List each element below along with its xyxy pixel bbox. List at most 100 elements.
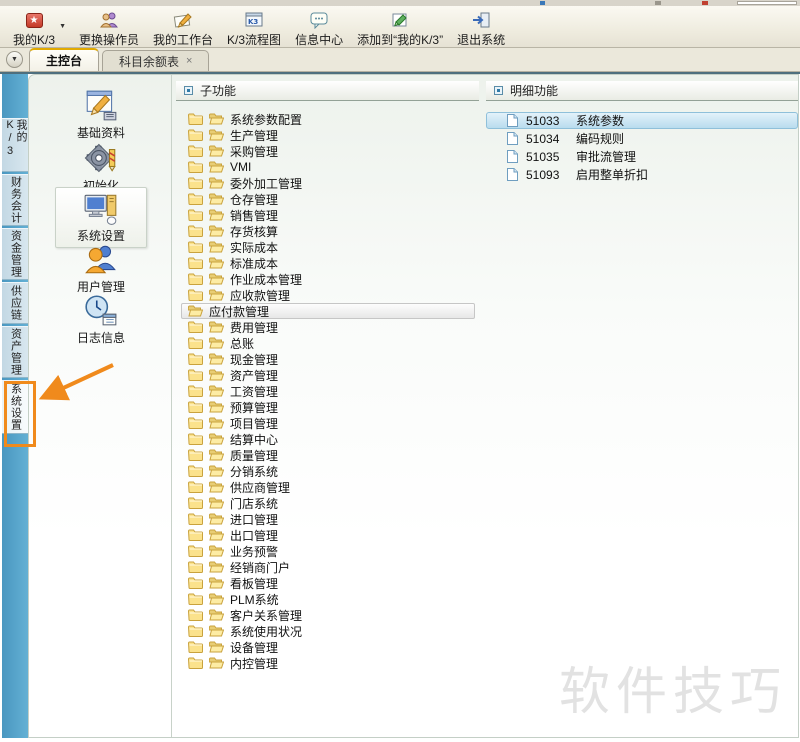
subfunction-row[interactable]: 设备管理 [181, 639, 479, 655]
open-folder-icon [209, 369, 224, 381]
subfunction-row[interactable]: 预算管理 [181, 399, 479, 415]
open-folder-icon [209, 481, 224, 493]
toolbar-my-k3-button[interactable]: ★ 我的K/3 ▼ [6, 9, 66, 49]
tab-main-console[interactable]: 主控台 [29, 48, 100, 71]
folder-icon [188, 193, 203, 205]
collapse-toggle-icon[interactable] [494, 86, 503, 95]
sidebar-item-my-k3[interactable]: 我的K/3 [2, 118, 28, 172]
panel-title: 子功能 [200, 84, 237, 98]
subfunction-row[interactable]: 委外加工管理 [181, 175, 479, 191]
toolbar-switch-operator-button[interactable]: 更换操作员 [72, 9, 146, 49]
detail-row[interactable]: 51035 审批流管理 [486, 148, 798, 165]
open-folder-icon [209, 113, 224, 125]
subfunction-row[interactable]: 经销商门户 [181, 559, 479, 575]
subfunction-row[interactable]: 生产管理 [181, 127, 479, 143]
detail-label: 系统参数 [576, 114, 625, 128]
subfunction-row[interactable]: 作业成本管理 [181, 271, 479, 287]
subfunction-row[interactable]: 应付款管理 [181, 303, 475, 319]
subfunctions-panel: 子功能 系统参数配置 生产管理 采购管理 VMI 委外加工管理 仓存管理 销售管… [176, 81, 479, 671]
subfunction-label: 总账 [230, 336, 255, 351]
module-item-log-info[interactable]: 日志信息 [55, 290, 147, 349]
watermark-text: 软件技巧 [559, 663, 788, 720]
toolbar-k3-flowchart-button[interactable]: K3 K/3流程图 [220, 9, 288, 49]
folder-icon [188, 609, 203, 621]
open-folder-icon [209, 177, 224, 189]
exit-system-icon [471, 10, 491, 30]
subfunction-row[interactable]: 实际成本 [181, 239, 479, 255]
sidebar-item-supply-chain[interactable]: 供应链 [2, 282, 28, 324]
sidebar-item-cash-management[interactable]: 资金管理 [2, 228, 28, 280]
subfunction-row[interactable]: 门店系统 [181, 495, 479, 511]
subfunction-row[interactable]: 进口管理 [181, 511, 479, 527]
details-list: 51033 系统参数 51034 编码规则 51035 审批流管理 51093 … [486, 112, 798, 183]
subfunction-row[interactable]: 仓存管理 [181, 191, 479, 207]
chevron-down-icon[interactable]: ▼ [59, 23, 66, 30]
subfunction-row[interactable]: 现金管理 [181, 351, 479, 367]
subfunction-row[interactable]: 存货核算 [181, 223, 479, 239]
detail-row[interactable]: 51034 编码规则 [486, 130, 798, 147]
toolbar-my-workbench-button[interactable]: 我的工作台 [146, 9, 220, 49]
folder-icon [188, 241, 203, 253]
subfunction-row[interactable]: 总账 [181, 335, 479, 351]
subfunction-row[interactable]: 供应商管理 [181, 479, 479, 495]
subfunction-row[interactable]: 出口管理 [181, 527, 479, 543]
collapse-toggle-icon[interactable] [184, 86, 193, 95]
subfunction-label: PLM系统 [230, 592, 279, 607]
subfunction-row[interactable]: 结算中心 [181, 431, 479, 447]
divider [171, 75, 172, 737]
open-folder-icon [209, 545, 224, 557]
subfunction-row[interactable]: PLM系统 [181, 591, 479, 607]
folder-icon [188, 513, 203, 525]
subfunction-row[interactable]: 系统参数配置 [181, 111, 479, 127]
subfunction-row[interactable]: 业务预警 [181, 543, 479, 559]
tab-dropdown-button[interactable]: ▼ [6, 51, 23, 68]
open-folder-icon [209, 241, 224, 253]
subfunction-row[interactable]: 系统使用状况 [181, 623, 479, 639]
detail-label: 编码规则 [576, 132, 625, 146]
folder-icon [188, 417, 203, 429]
switch-operator-icon [99, 10, 119, 30]
titlebar-fragment [702, 1, 708, 5]
subfunction-row[interactable]: 采购管理 [181, 143, 479, 159]
subfunction-row[interactable]: 内控管理 [181, 655, 479, 671]
open-folder-icon [209, 449, 224, 461]
subfunction-row[interactable]: 分销系统 [181, 463, 479, 479]
toolbar-exit-system-button[interactable]: 退出系统 [450, 9, 512, 49]
subfunction-label: 业务预警 [230, 544, 279, 559]
subfunction-row[interactable]: 标准成本 [181, 255, 479, 271]
detail-row[interactable]: 51033 系统参数 [486, 112, 798, 129]
main-area: 我的K/3 财务会计 资金管理 供应链 资产管理 系统设置 基础资料 初始化 系… [0, 72, 800, 742]
svg-text:K3: K3 [248, 18, 258, 26]
subfunction-row[interactable]: 销售管理 [181, 207, 479, 223]
subfunction-row[interactable]: 客户关系管理 [181, 607, 479, 623]
toolbar-info-center-button[interactable]: 信息中心 [288, 9, 350, 49]
subfunction-label: 实际成本 [230, 240, 279, 255]
detail-code: 51035 [526, 149, 560, 164]
close-icon[interactable]: × [186, 55, 192, 67]
subfunction-row[interactable]: 看板管理 [181, 575, 479, 591]
toolbar-add-to-my-k3-button[interactable]: 添加到“我的K/3” [350, 9, 450, 49]
subfunction-row[interactable]: 应收款管理 [181, 287, 479, 303]
folder-icon [188, 225, 203, 237]
sidebar-item-system-settings[interactable]: 系统设置 [2, 380, 28, 434]
subfunction-row[interactable]: 项目管理 [181, 415, 479, 431]
subfunction-row[interactable]: 工资管理 [181, 383, 479, 399]
open-folder-icon [209, 561, 224, 573]
open-folder-icon [209, 593, 224, 605]
subfunction-label: 系统使用状况 [230, 624, 303, 639]
module-item-base-data[interactable]: 基础资料 [55, 85, 147, 144]
subfunction-label: 出口管理 [230, 528, 279, 543]
subfunction-row[interactable]: 资产管理 [181, 367, 479, 383]
subfunction-row[interactable]: 费用管理 [181, 319, 479, 335]
add-to-my-k3-icon [390, 10, 410, 30]
detail-row[interactable]: 51093 启用整单折扣 [486, 166, 798, 183]
subfunction-row[interactable]: VMI [181, 159, 479, 175]
folder-icon [188, 641, 203, 653]
subfunction-label: 分销系统 [230, 464, 279, 479]
folder-icon [188, 657, 203, 669]
sidebar-item-financial-accounting[interactable]: 财务会计 [2, 174, 28, 226]
sidebar-item-asset-management[interactable]: 资产管理 [2, 326, 28, 378]
subfunction-row[interactable]: 质量管理 [181, 447, 479, 463]
tab-account-balance[interactable]: 科目余额表 × [102, 50, 210, 71]
